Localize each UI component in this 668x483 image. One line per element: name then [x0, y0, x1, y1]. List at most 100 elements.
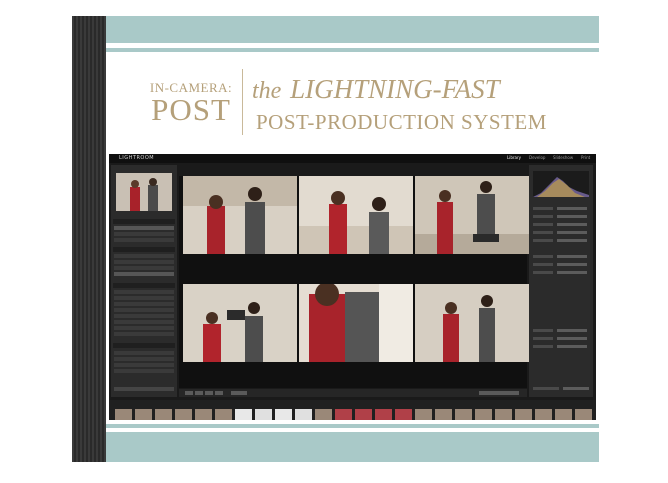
filmstrip-thumbnail[interactable] — [275, 409, 292, 420]
filmstrip-thumbnail[interactable] — [115, 409, 132, 420]
photo-thumbnail[interactable] — [299, 176, 413, 254]
cover-title-lightning: LIGHTNING-FAST — [290, 74, 500, 104]
bottom-accent-band — [106, 432, 599, 462]
photo-thumbnail[interactable] — [299, 284, 413, 362]
filmstrip-thumbnail[interactable] — [495, 409, 512, 420]
keywording-row[interactable] — [533, 263, 589, 267]
quick-develop-row[interactable] — [533, 207, 589, 211]
catalog-row[interactable] — [114, 232, 174, 236]
filmstrip-thumbnail[interactable] — [255, 409, 272, 420]
collection-row[interactable] — [114, 326, 174, 330]
collection-row[interactable] — [114, 320, 174, 324]
publish-row[interactable] — [114, 357, 174, 361]
filmstrip-thumbnail[interactable] — [135, 409, 152, 420]
filmstrip-thumbnail[interactable] — [175, 409, 192, 420]
survey-view-button[interactable] — [215, 391, 223, 395]
catalog-header[interactable] — [113, 219, 175, 224]
metadata-row[interactable] — [533, 345, 589, 349]
collections-header[interactable] — [113, 283, 175, 288]
keywording-row[interactable] — [533, 271, 589, 275]
cover-title-script: the LIGHTNING-FAST — [252, 74, 500, 105]
filmstrip-thumbnail[interactable] — [415, 409, 432, 420]
folder-row[interactable] — [114, 272, 174, 276]
collection-row[interactable] — [114, 302, 174, 306]
filmstrip — [109, 400, 596, 420]
right-panel — [529, 165, 593, 397]
quick-develop-row[interactable] — [533, 239, 589, 243]
navigator-preview — [116, 173, 172, 211]
catalog-row[interactable] — [114, 226, 174, 230]
navigator-photo — [116, 173, 172, 211]
module-print[interactable]: Print — [581, 155, 590, 160]
filmstrip-thumbnail[interactable] — [315, 409, 332, 420]
quick-develop-row[interactable] — [533, 231, 589, 235]
filmstrip-thumbnail[interactable] — [375, 409, 392, 420]
filmstrip-thumbnail[interactable] — [235, 409, 252, 420]
photo-thumbnail[interactable] — [183, 176, 297, 254]
folder-row[interactable] — [114, 260, 174, 264]
catalog-row[interactable] — [114, 238, 174, 242]
app-name: LIGHTROOM — [119, 155, 155, 161]
publish-header[interactable] — [113, 343, 175, 348]
filmstrip-thumbnail[interactable] — [195, 409, 212, 420]
histogram — [533, 171, 589, 197]
bottom-accent-line — [106, 424, 599, 428]
collection-row[interactable] — [114, 314, 174, 318]
collection-row[interactable] — [114, 308, 174, 312]
cover-title-the: the — [252, 78, 282, 104]
module-develop[interactable]: Develop — [529, 155, 545, 160]
collection-row[interactable] — [114, 332, 174, 336]
quick-develop-row[interactable] — [533, 215, 589, 219]
folder-row[interactable] — [114, 254, 174, 258]
module-slideshow[interactable]: Slideshow — [553, 155, 573, 160]
sync-buttons[interactable] — [533, 387, 589, 391]
publish-row[interactable] — [114, 351, 174, 355]
top-accent-band — [106, 16, 599, 43]
filmstrip-thumbnail[interactable] — [435, 409, 452, 420]
title-divider — [242, 69, 243, 135]
folder-row[interactable] — [114, 266, 174, 270]
filmstrip-thumbnail[interactable] — [155, 409, 172, 420]
cover-subtitle: POST-PRODUCTION SYSTEM — [256, 110, 547, 134]
filmstrip-thumbnail[interactable] — [515, 409, 532, 420]
metadata-row[interactable] — [533, 329, 589, 333]
product-box: IN-CAMERA: POST the LIGHTNING-FAST POST-… — [72, 16, 599, 462]
filmstrip-thumbnail[interactable] — [455, 409, 472, 420]
collection-row[interactable] — [114, 296, 174, 300]
publish-row[interactable] — [114, 369, 174, 373]
lightroom-topbar: LIGHTROOM Library Develop Slideshow Prin… — [109, 154, 596, 163]
filmstrip-thumbnail[interactable] — [395, 409, 412, 420]
publish-row[interactable] — [114, 363, 174, 367]
filmstrip-thumbnail[interactable] — [575, 409, 592, 420]
box-spine — [72, 16, 106, 462]
filmstrip-thumbnail[interactable] — [295, 409, 312, 420]
keywording-row[interactable] — [533, 255, 589, 259]
sort-control[interactable] — [231, 391, 247, 395]
cover-title-big: POST — [151, 92, 231, 127]
collection-row[interactable] — [114, 290, 174, 294]
filmstrip-thumbnail[interactable] — [535, 409, 552, 420]
left-panel — [111, 165, 177, 397]
filmstrip-thumbnail[interactable] — [335, 409, 352, 420]
loupe-view-button[interactable] — [195, 391, 203, 395]
top-accent-line — [106, 48, 599, 52]
filmstrip-thumbnail[interactable] — [475, 409, 492, 420]
filmstrip-thumbnail[interactable] — [555, 409, 572, 420]
thumbnail-size-slider[interactable] — [479, 391, 519, 395]
compare-view-button[interactable] — [205, 391, 213, 395]
photo-grid — [179, 176, 529, 388]
photo-thumbnail[interactable] — [415, 176, 529, 254]
lightroom-screenshot: LIGHTROOM Library Develop Slideshow Prin… — [109, 154, 596, 420]
module-library[interactable]: Library — [507, 155, 521, 160]
import-export-buttons[interactable] — [114, 387, 174, 391]
grid-view-button[interactable] — [185, 391, 193, 395]
quick-develop-row[interactable] — [533, 223, 589, 227]
box-cover: IN-CAMERA: POST the LIGHTNING-FAST POST-… — [106, 16, 599, 462]
photo-thumbnail[interactable] — [183, 284, 297, 362]
filmstrip-thumbnail[interactable] — [215, 409, 232, 420]
photo-thumbnail[interactable] — [415, 284, 529, 362]
filmstrip-thumbnail[interactable] — [355, 409, 372, 420]
metadata-row[interactable] — [533, 337, 589, 341]
grid-toolbar — [179, 389, 527, 397]
folders-header[interactable] — [113, 247, 175, 252]
